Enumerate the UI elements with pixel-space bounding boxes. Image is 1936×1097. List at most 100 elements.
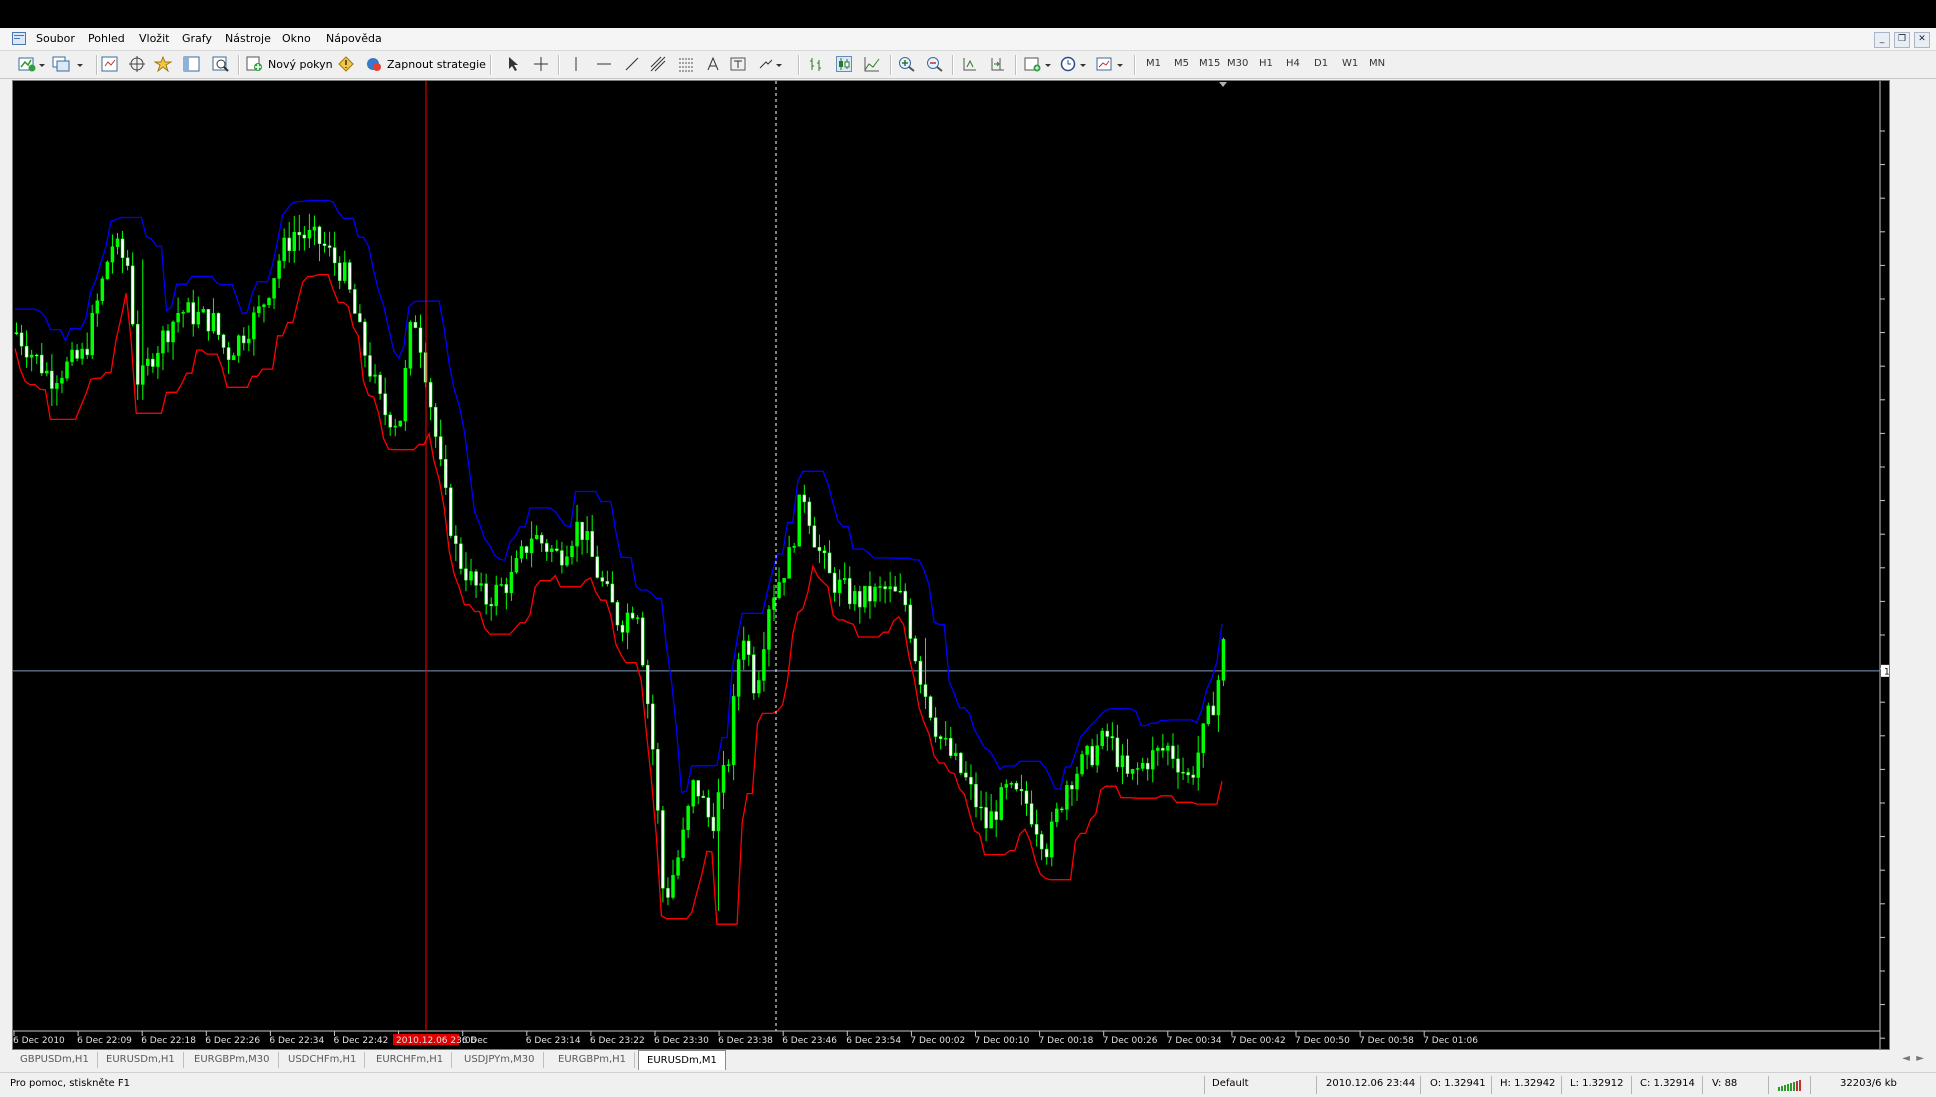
candle-bear — [1176, 758, 1180, 773]
new-order-button[interactable]: Nový pokyn — [246, 55, 333, 73]
templates-icon — [1096, 57, 1123, 71]
candle-bear — [545, 543, 549, 552]
candle-bear — [302, 234, 307, 239]
candle-bear — [747, 640, 751, 655]
status-help: Pro pomoc, stiskněte F1 — [10, 1078, 130, 1089]
candle-bear — [630, 612, 635, 619]
menu-tools[interactable]: Nástroje — [225, 32, 271, 45]
restore-icon[interactable]: ❐ — [1894, 32, 1910, 48]
terminal-button[interactable] — [183, 55, 201, 73]
text-label-tool[interactable] — [730, 55, 746, 73]
menu-view[interactable]: Pohled — [88, 32, 125, 45]
tf-mn[interactable]: MN — [1369, 58, 1385, 69]
menu-insert[interactable]: Vložit — [139, 32, 169, 45]
candlestick-icon — [836, 56, 852, 72]
candle-bear — [646, 664, 650, 705]
vertical-line-tool[interactable] — [570, 55, 582, 73]
candle-bull — [403, 368, 408, 422]
tf-m30[interactable]: M30 — [1227, 58, 1248, 69]
templates-button[interactable] — [1096, 55, 1126, 73]
menu-charts[interactable]: Grafy — [182, 32, 212, 45]
tab-usdjpym-m30[interactable]: USDJPYm,M30 — [456, 1052, 544, 1068]
horizontal-line-tool[interactable] — [596, 55, 612, 73]
tab-eurgbpm-h1[interactable]: EURGBPm,H1 — [550, 1052, 636, 1068]
arrows-tool[interactable] — [758, 55, 784, 73]
candle-bull — [726, 764, 731, 766]
candle-bear — [539, 534, 544, 544]
new-chart-button[interactable] — [18, 55, 46, 73]
tab-eurchfm-h1[interactable]: EURCHFm,H1 — [368, 1052, 453, 1068]
candle-bull — [716, 792, 721, 832]
time-label: 6 Dec 22:26 — [205, 1036, 260, 1046]
candle-bull — [236, 335, 241, 356]
close-icon[interactable]: ✕ — [1914, 32, 1930, 48]
crosshair-tool[interactable] — [533, 55, 549, 73]
text-tool[interactable] — [706, 55, 720, 73]
candle-bull — [494, 584, 498, 607]
minimize-icon[interactable]: _ — [1874, 32, 1890, 48]
tab-usdchfm-h1[interactable]: USDCHFm,H1 — [280, 1052, 366, 1068]
tf-h4[interactable]: H4 — [1286, 58, 1300, 69]
chart-shift-button[interactable] — [990, 55, 1006, 73]
arrows-icon — [759, 59, 782, 69]
metaeditor-button[interactable] — [338, 55, 354, 73]
candle-bear — [661, 810, 665, 889]
candle-bear — [135, 323, 140, 385]
profiles-button[interactable] — [52, 55, 86, 73]
time-label: 6 Dec 23:14 — [526, 1036, 581, 1046]
candle-bear — [1110, 736, 1115, 739]
candle-bull — [1151, 750, 1155, 770]
tab-gbpusdm-h1[interactable]: GBPUSDm,H1 — [12, 1052, 98, 1068]
candle-bear — [974, 783, 978, 808]
channel-tool[interactable] — [650, 55, 666, 73]
cursor-tool[interactable] — [507, 55, 521, 73]
candle-bear — [949, 738, 953, 756]
menu-file[interactable]: Soubor — [36, 32, 75, 45]
candlestick-button[interactable] — [836, 55, 852, 73]
chart-canvas[interactable]: 1.331501.331351.331201.331051.330901.330… — [13, 81, 1889, 1049]
bar-chart-button[interactable] — [808, 55, 824, 73]
tf-d1[interactable]: D1 — [1314, 58, 1328, 69]
zoom-out-button[interactable] — [926, 55, 944, 73]
candle-bear — [711, 816, 716, 832]
data-window-button[interactable] — [128, 55, 146, 73]
zoom-in-button[interactable] — [898, 55, 916, 73]
candle-bear — [216, 313, 221, 336]
channel-icon — [650, 56, 666, 72]
candle-bear — [802, 494, 807, 503]
candle-bull — [1201, 723, 1205, 754]
tf-m1[interactable]: M1 — [1146, 58, 1161, 69]
auto-scroll-button[interactable] — [962, 55, 978, 73]
candle-bull — [888, 586, 892, 590]
candle-bull — [156, 352, 160, 367]
clock-icon — [1060, 56, 1086, 72]
tab-scroll-arrows[interactable]: ◄ ► — [1902, 1053, 1924, 1064]
price-chart[interactable]: 1.331501.331351.331201.331051.330901.330… — [12, 80, 1890, 1050]
indicators-button[interactable] — [1024, 55, 1054, 73]
time-label: 7 Dec 00:34 — [1167, 1036, 1222, 1046]
menu-help[interactable]: Nápověda — [326, 32, 382, 45]
candle-bull — [635, 617, 640, 619]
tf-m15[interactable]: M15 — [1199, 58, 1220, 69]
expert-advisors-button[interactable]: Zapnout strategie — [365, 55, 486, 73]
candle-bear — [1019, 788, 1024, 792]
tf-w1[interactable]: W1 — [1342, 58, 1358, 69]
candle-bull — [45, 370, 49, 374]
market-watch-button[interactable] — [101, 55, 119, 73]
menu-window[interactable]: Okno — [282, 32, 311, 45]
candle-bull — [1120, 755, 1125, 768]
tab-eurgbpm-m30[interactable]: EURGBPm,M30 — [186, 1052, 279, 1068]
status-profile: Default — [1212, 1078, 1249, 1089]
fibonacci-tool[interactable] — [678, 55, 694, 73]
candle-bull — [176, 313, 180, 323]
tf-h1[interactable]: H1 — [1259, 58, 1273, 69]
candle-bull — [499, 584, 504, 586]
trendline-tool[interactable] — [624, 55, 640, 73]
periods-button[interactable] — [1060, 55, 1090, 73]
line-chart-button[interactable] — [864, 55, 880, 73]
navigator-button[interactable] — [154, 55, 172, 73]
tf-m5[interactable]: M5 — [1174, 58, 1189, 69]
tab-eurusdm-m1[interactable]: EURUSDm,M1 — [638, 1050, 726, 1070]
tester-button[interactable] — [212, 55, 230, 73]
tab-eurusdm-h1[interactable]: EURUSDm,H1 — [98, 1052, 184, 1068]
